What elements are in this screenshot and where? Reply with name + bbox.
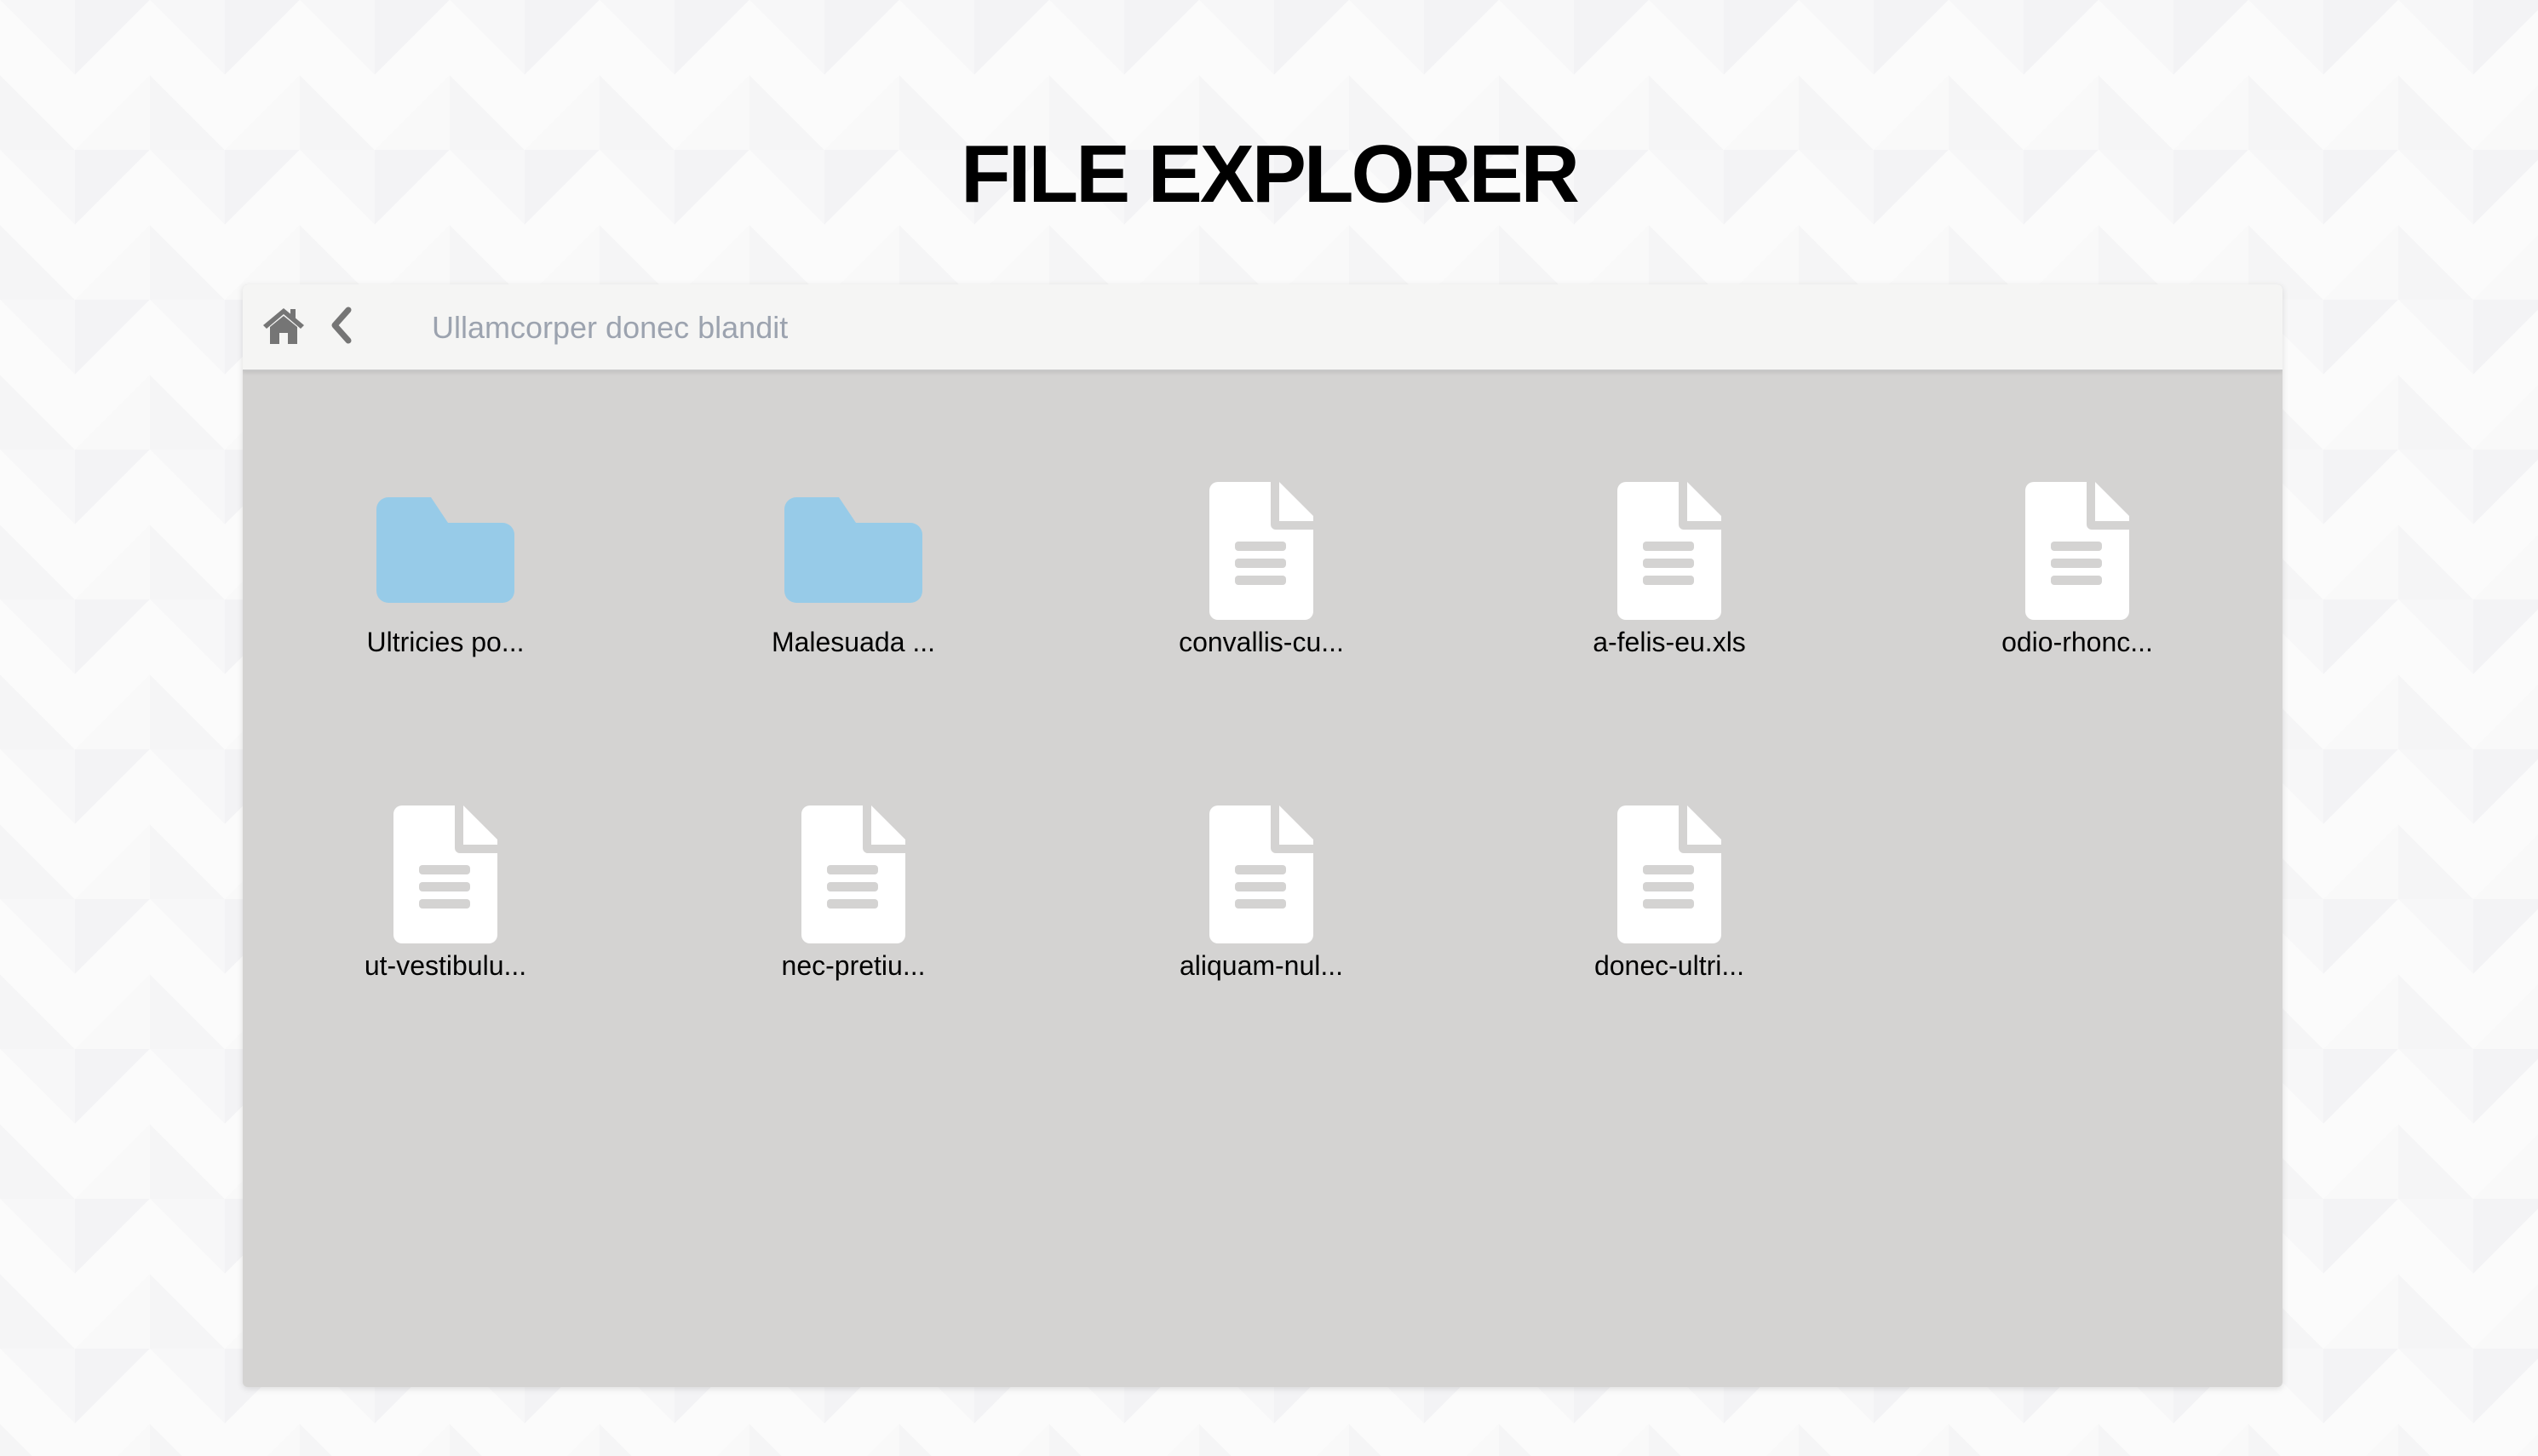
folder-icon	[376, 497, 514, 607]
item-name: nec-pretiu...	[781, 950, 926, 981]
item-name: convallis-cu...	[1179, 627, 1344, 657]
item-name: a-felis-eu.xls	[1593, 627, 1746, 657]
item-name: Malesuada ...	[771, 627, 936, 657]
file-icon	[1617, 805, 1721, 948]
file-icon	[1617, 482, 1721, 624]
folder-item[interactable]: Malesuada ...	[726, 480, 981, 736]
file-icon	[1209, 482, 1313, 624]
current-path: Ullamcorper donec blandit	[432, 310, 789, 345]
file-icon	[801, 805, 905, 948]
file-item[interactable]: a-felis-eu.xls	[1542, 480, 1797, 736]
folder-item[interactable]: Ultricies po...	[318, 480, 573, 736]
chevron-left-icon[interactable]	[328, 305, 353, 346]
file-item[interactable]: aliquam-nul...	[1134, 804, 1389, 1059]
item-name: ut-vestibulu...	[364, 950, 527, 981]
toolbar: Ullamcorper donec blandit	[243, 284, 2282, 371]
folder-icon	[784, 497, 922, 607]
item-name: odio-rhonc...	[2001, 627, 2153, 657]
file-icon	[1209, 805, 1313, 948]
file-grid: Ultricies po... Malesuada ... convallis-cu…	[243, 370, 2282, 1387]
file-item[interactable]: donec-ultri...	[1542, 804, 1797, 1059]
home-icon[interactable]	[261, 305, 306, 346]
page-title: FILE EXPLORER	[961, 129, 1580, 220]
item-name: Ultricies po...	[366, 627, 525, 657]
file-explorer-window: Ullamcorper donec blandit Ultricies po..…	[243, 284, 2282, 1387]
file-item[interactable]: nec-pretiu...	[726, 804, 981, 1059]
file-item[interactable]: ut-vestibulu...	[318, 804, 573, 1059]
file-item[interactable]: odio-rhonc...	[1949, 480, 2205, 736]
item-name: aliquam-nul...	[1179, 950, 1344, 981]
file-icon	[2025, 482, 2129, 624]
file-icon	[393, 805, 497, 948]
file-item[interactable]: convallis-cu...	[1134, 480, 1389, 736]
item-name: donec-ultri...	[1593, 950, 1745, 981]
